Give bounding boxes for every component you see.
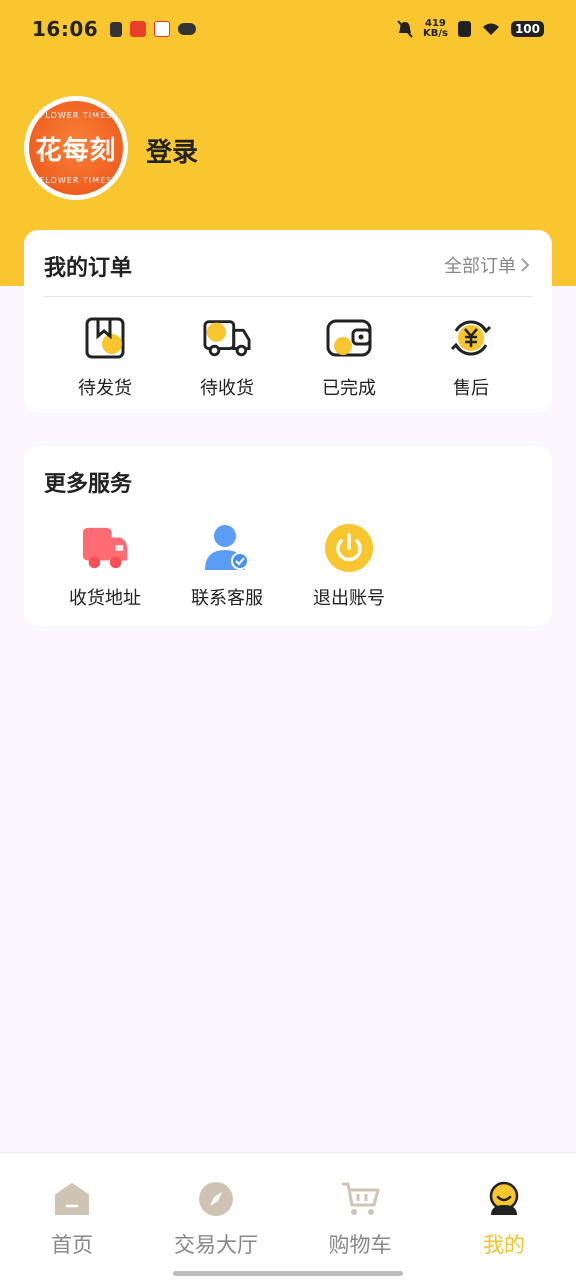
nav-label: 首页 [51,1233,93,1257]
service-item-label: 收货地址 [69,588,141,609]
order-item-pending-receipt[interactable]: 待收货 [166,314,288,400]
cloud-icon [178,23,197,35]
compass-icon [196,1179,236,1219]
nav-tab-mine[interactable]: 我的 [432,1153,576,1280]
my-orders-card: 我的订单 全部订单 待发货 待收货 已完成 售后 [24,230,552,413]
home-icon [52,1179,92,1219]
order-item-label: 已完成 [322,378,376,399]
net-speed-unit: KB/s [422,28,448,39]
wifi-icon [482,23,499,35]
service-item-label: 退出账号 [313,588,385,609]
clipboard-icon [110,21,123,37]
avatar-sub-top: FLOWER TIMES [39,111,113,120]
status-bar: 16:06 419 KB/s 100 [0,0,576,58]
status-notification-icons [110,21,197,37]
avatar-sub-bottom: FLOWER TIMES [39,176,113,185]
cart-icon [340,1179,380,1219]
bottom-nav: 首页 交易大厅 购物车 我的 [0,1152,576,1280]
nav-tab-trading-hall[interactable]: 交易大厅 [144,1153,288,1280]
order-item-pending-shipment[interactable]: 待发货 [44,314,166,400]
profile-icon [484,1179,524,1219]
divider [44,296,532,297]
truck-icon [203,314,251,362]
nav-label: 购物车 [328,1233,392,1257]
orders-grid: 待发货 待收货 已完成 售后 [44,314,532,400]
all-orders-label: 全部订单 [444,256,516,277]
package-icon [81,314,129,362]
map-notification-icon [154,21,171,37]
all-orders-link[interactable]: 全部订单 [444,252,530,278]
services-grid: 收货地址 联系客服 退出账号 [44,524,532,610]
orders-title: 我的订单 [44,256,133,281]
chevron-right-icon [521,258,530,272]
service-item-address[interactable]: 收货地址 [44,524,166,610]
nav-label: 交易大厅 [174,1233,258,1257]
services-title: 更多服务 [44,472,133,497]
login-link[interactable]: 登录 [146,132,198,169]
delivery-truck-icon [81,524,129,572]
customer-service-icon [203,524,251,572]
order-item-label: 售后 [453,378,489,399]
order-item-label: 待收货 [200,378,254,399]
nav-tab-home[interactable]: 首页 [0,1153,144,1280]
service-item-logout[interactable]: 退出账号 [288,524,410,610]
home-indicator[interactable] [173,1271,403,1276]
avatar-logo-text: 花每刻 [35,135,117,166]
mute-bell-icon [397,20,413,38]
app-notification-icon [130,21,147,37]
order-item-after-sales[interactable]: 售后 [410,314,532,400]
status-right-icons: 419 KB/s 100 [397,19,544,39]
service-item-customer-service[interactable]: 联系客服 [166,524,288,610]
more-services-card: 更多服务 收货地址 联系客服 退出账号 [24,446,552,626]
avatar[interactable]: FLOWER TIMES 花每刻 FLOWER TIMES [24,96,128,200]
battery-indicator: 100 [510,21,544,37]
net-speed: 419 KB/s [423,19,448,39]
sim-off-icon [457,21,471,37]
order-item-label: 待发货 [78,378,132,399]
nav-label: 我的 [483,1233,525,1257]
status-time: 16:06 [32,17,99,41]
wallet-icon [325,314,373,362]
nav-tab-cart[interactable]: 购物车 [288,1153,432,1280]
order-item-completed[interactable]: 已完成 [288,314,410,400]
yen-refresh-icon [447,314,495,362]
avatar-logo-circle: FLOWER TIMES 花每刻 FLOWER TIMES [29,101,123,195]
service-item-label: 联系客服 [191,588,263,609]
power-icon [325,524,373,572]
